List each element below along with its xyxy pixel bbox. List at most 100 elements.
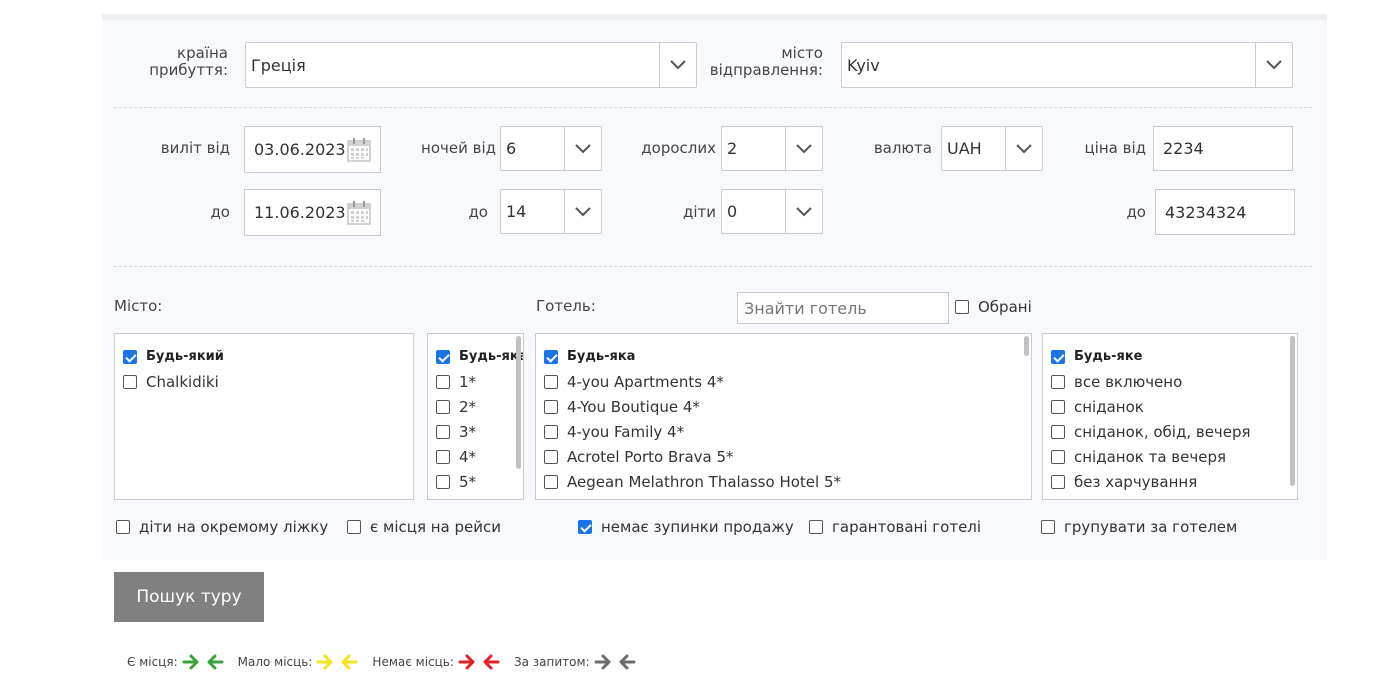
list-item[interactable]: 2* [436, 394, 511, 419]
checkbox[interactable] [116, 520, 130, 534]
checkbox[interactable] [544, 374, 558, 389]
list-item[interactable]: 4-you Family 4* [544, 419, 1019, 444]
list-item[interactable]: сніданок [1051, 394, 1285, 419]
flight-from-date-input[interactable]: 03.06.2023 [244, 126, 381, 173]
flight-to-date-input[interactable]: 11.06.2023 [244, 189, 381, 236]
option-group-by-hotel[interactable]: групувати за готелем [1041, 518, 1237, 536]
checkbox[interactable] [1051, 474, 1065, 489]
checkbox[interactable] [544, 424, 558, 439]
checkbox[interactable] [544, 399, 558, 414]
meals-listbox[interactable]: Будь-яке все включено сніданок сніданок, об… [1042, 333, 1298, 500]
option-guaranteed-hotels[interactable]: гарантовані готелі [809, 518, 981, 536]
hotel-search-input[interactable]: Знайти готель [737, 292, 949, 324]
list-item[interactable]: 5* [436, 469, 511, 494]
checkbox[interactable] [1051, 500, 1065, 501]
checkbox[interactable] [578, 520, 592, 534]
children-select[interactable]: 0 [721, 189, 823, 234]
checkbox[interactable] [436, 424, 450, 439]
list-item-label: без харчування [1074, 472, 1198, 491]
city-listbox[interactable]: Будь-який Chalkidiki [114, 333, 414, 500]
list-item[interactable]: Будь-який [123, 344, 401, 369]
hotel-section-label: Готель: [536, 297, 596, 315]
checkbox[interactable] [436, 374, 450, 389]
country-select[interactable]: Греція [245, 42, 697, 88]
list-item[interactable]: 4-you Apartments 4* [544, 369, 1019, 394]
nights-from-select[interactable]: 6 [500, 126, 602, 171]
price-from-value: 2234 [1163, 139, 1204, 158]
adults-select[interactable]: 2 [721, 126, 823, 171]
nights-to-select[interactable]: 14 [500, 189, 602, 234]
checkbox[interactable] [1051, 349, 1065, 364]
checkbox[interactable] [544, 449, 558, 464]
children-label: діти [682, 203, 716, 221]
list-item[interactable]: сніданок, обід, вечеря [1051, 419, 1285, 444]
option-flight-seats[interactable]: є місця на рейси [347, 518, 501, 536]
checkbox[interactable] [436, 349, 450, 364]
price-to-value: 43234324 [1165, 202, 1247, 222]
list-item[interactable]: 4-You Boutique 4* [544, 394, 1019, 419]
checkbox[interactable] [436, 399, 450, 414]
hotels-listbox[interactable]: Будь-яка 4-you Apartments 4* 4-You Boutiqu… [535, 333, 1032, 500]
calendar-icon[interactable] [346, 137, 372, 163]
checkbox[interactable] [1051, 374, 1065, 389]
list-item[interactable]: 4* [436, 444, 511, 469]
checkbox[interactable] [1041, 520, 1055, 534]
checkbox[interactable] [809, 520, 823, 534]
list-item[interactable]: 3* [436, 419, 511, 444]
list-item[interactable]: Apt [436, 494, 511, 500]
list-item[interactable]: все включено [1051, 369, 1285, 394]
price-to-input[interactable]: 43234324 [1155, 189, 1295, 235]
search-tour-button[interactable]: Пошук туру [114, 572, 264, 622]
checkbox[interactable] [123, 374, 137, 389]
list-item[interactable]: 1* [436, 369, 511, 394]
legend-item: За запитом: [514, 654, 642, 670]
chevron-down-icon [785, 127, 822, 170]
checkbox[interactable] [123, 349, 137, 364]
legend-item: Мало місць: [238, 654, 365, 670]
scrollbar[interactable] [516, 336, 521, 469]
list-item[interactable]: Будь-яка [436, 344, 523, 369]
option-children-separate-bed[interactable]: діти на окремому ліжку [116, 518, 328, 536]
checkbox[interactable] [436, 474, 450, 489]
checkbox[interactable] [436, 500, 450, 501]
checkbox[interactable] [544, 349, 558, 364]
scrollbar[interactable] [1024, 336, 1029, 356]
checkbox[interactable] [436, 449, 450, 464]
list-item-label: Aegean Melathron Thalasso Hotel 5* [567, 472, 841, 491]
list-item-label: Будь-який [146, 349, 224, 364]
list-item[interactable]: Aegean Melathron Thalasso Hotel 5* [544, 469, 1019, 494]
list-item[interactable]: ультра все включено [1051, 494, 1285, 500]
price-from-label: ціна від [1084, 139, 1146, 157]
list-item[interactable]: Aeolios Hotel 3* [544, 494, 1019, 500]
list-item-label: Будь-яка [567, 349, 636, 364]
checkbox[interactable] [1051, 399, 1065, 414]
currency-label: валюта [873, 139, 932, 157]
country-label: країна прибуття: [149, 44, 228, 79]
favorites-checkbox[interactable]: Обрані [955, 298, 1032, 316]
nights-to-label: до [468, 203, 488, 221]
price-from-input[interactable]: 2234 [1153, 126, 1293, 171]
legend-item: Немає місць: [372, 654, 505, 670]
currency-select[interactable]: UAH [941, 126, 1043, 171]
checkbox[interactable] [544, 500, 558, 501]
checkbox[interactable] [347, 520, 361, 534]
list-item-label: 4-you Apartments 4* [567, 372, 724, 391]
list-item[interactable]: сніданок та вечеря [1051, 444, 1285, 469]
list-item[interactable]: Будь-яке [1051, 344, 1285, 369]
list-item[interactable]: Будь-яка [544, 344, 1019, 369]
option-no-stop-sale[interactable]: немає зупинки продажу [578, 518, 794, 536]
list-item-label: Acrotel Porto Brava 5* [567, 447, 734, 466]
calendar-icon[interactable] [346, 200, 372, 226]
checkbox[interactable] [955, 300, 969, 314]
checkbox[interactable] [544, 474, 558, 489]
departure-select[interactable]: Kyiv [841, 42, 1293, 88]
checkbox[interactable] [1051, 424, 1065, 439]
list-item[interactable]: без харчування [1051, 469, 1285, 494]
scrollbar[interactable] [1290, 336, 1295, 486]
checkbox[interactable] [1051, 449, 1065, 464]
stars-listbox[interactable]: Будь-яка 1* 2* 3* 4* 5* Apt [427, 333, 524, 500]
list-item[interactable]: Acrotel Porto Brava 5* [544, 444, 1019, 469]
list-item-label: 1* [459, 372, 477, 391]
list-item[interactable]: Chalkidiki [123, 369, 401, 394]
list-item-label: 4-you Family 4* [567, 422, 685, 441]
